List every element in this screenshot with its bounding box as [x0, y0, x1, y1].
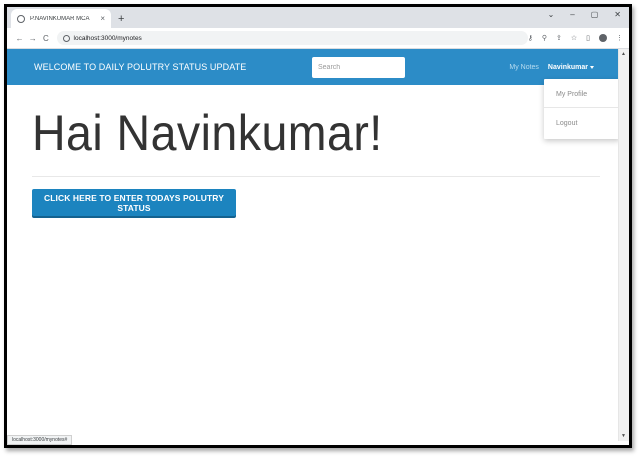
close-window-button[interactable]: ✕ — [614, 10, 621, 19]
user-menu-toggle[interactable]: Navinkumar — [548, 64, 594, 71]
reload-button[interactable]: C — [39, 34, 52, 43]
star-icon[interactable]: ☆ — [571, 34, 577, 42]
tab-strip: P.NAVINKUMAR MCA × + ⌄ – ▢ ✕ — [7, 7, 629, 28]
address-bar[interactable]: localhost:3000/mynotes — [56, 31, 528, 45]
enter-status-button[interactable]: CLICK HERE TO ENTER TODAYS POLUTRY STATU… — [32, 189, 236, 216]
scroll-down-icon[interactable]: ▼ — [621, 433, 626, 439]
key-icon[interactable]: ⚷ — [528, 34, 533, 42]
dropdown-divider — [544, 107, 618, 108]
menu-icon[interactable]: ⋮ — [616, 34, 623, 42]
user-name: Navinkumar — [547, 63, 588, 71]
page-title: Hai Navinkumar! — [32, 105, 383, 161]
page-viewport: WELCOME TO DAILY POLUTRY STATUS UPDATE M… — [7, 49, 618, 441]
browser-tab[interactable]: P.NAVINKUMAR MCA × — [11, 9, 111, 28]
profile-icon[interactable] — [599, 34, 607, 42]
browser-window: P.NAVINKUMAR MCA × + ⌄ – ▢ ✕ ← → C local… — [4, 4, 632, 448]
logout-link[interactable]: Logout — [556, 120, 577, 127]
tab-search-icon[interactable]: ⌄ — [548, 10, 555, 19]
site-info-icon[interactable] — [62, 34, 70, 42]
zoom-icon[interactable]: ⚲ — [542, 34, 547, 42]
new-tab-button[interactable]: + — [118, 13, 124, 25]
divider — [32, 176, 600, 177]
browser-toolbar: ← → C localhost:3000/mynotes ⚷ ⚲ ⇪ ☆ ▯ ⋮ — [7, 28, 629, 49]
maximize-button[interactable]: ▢ — [591, 10, 599, 19]
brand-title[interactable]: WELCOME TO DAILY POLUTRY STATUS UPDATE — [34, 62, 246, 72]
share-icon[interactable]: ⇪ — [556, 34, 562, 42]
user-dropdown-menu: My Profile Logout — [544, 79, 618, 139]
minimize-button[interactable]: – — [570, 10, 574, 19]
sidepanel-icon[interactable]: ▯ — [586, 34, 590, 42]
window-controls: ⌄ – ▢ ✕ — [548, 10, 621, 19]
scroll-up-icon[interactable]: ▲ — [621, 51, 626, 57]
globe-icon — [17, 14, 25, 23]
back-button[interactable]: ← — [13, 34, 26, 43]
status-bar: localhost:3000/mynotes# — [7, 435, 73, 445]
my-profile-link[interactable]: My Profile — [556, 91, 587, 98]
app-navbar: WELCOME TO DAILY POLUTRY STATUS UPDATE M… — [7, 49, 618, 85]
tab-title: P.NAVINKUMAR MCA — [30, 15, 90, 22]
caret-down-icon — [590, 65, 594, 69]
tab-close-icon[interactable]: × — [100, 14, 105, 23]
my-notes-link[interactable]: My Notes — [509, 64, 539, 71]
forward-button[interactable]: → — [26, 34, 39, 43]
vertical-scrollbar[interactable]: ▲ ▼ — [618, 49, 629, 441]
toolbar-icons: ⚷ ⚲ ⇪ ☆ ▯ ⋮ — [528, 34, 623, 42]
url-text: localhost:3000/mynotes — [73, 34, 142, 42]
search-input[interactable] — [312, 57, 405, 78]
